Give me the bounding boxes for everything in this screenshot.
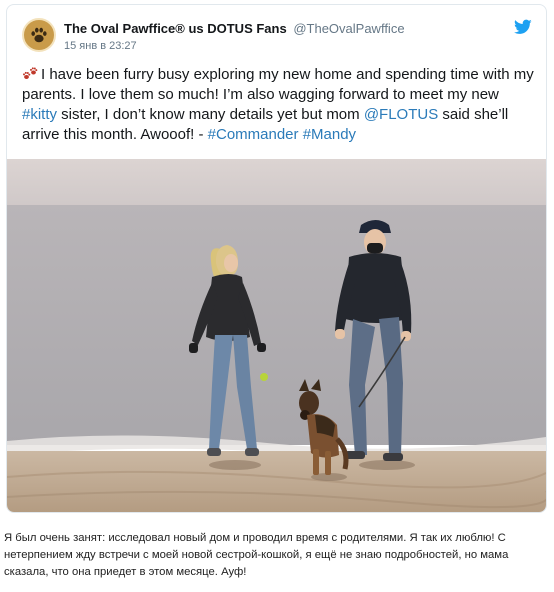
hashtag-mandy-link[interactable]: #Mandy [303, 126, 356, 143]
timestamp[interactable]: 15 янв в 23:27 [64, 40, 484, 52]
author-row: The Oval Pawffice® us DOTUS Fans @TheOva… [64, 21, 484, 37]
mention-flotus-link[interactable]: @FLOTUS [364, 106, 438, 123]
hashtag-commander-link[interactable]: #Commander [208, 126, 299, 143]
tweet-header: The Oval Pawffice® us DOTUS Fans @TheOva… [64, 21, 484, 52]
sand-area [7, 451, 546, 512]
translation-caption: Я был очень занят: исследовал новый дом … [4, 532, 509, 578]
tweet-text: I have been furry busy exploring my new … [22, 65, 534, 145]
paw-prints-emoji-icon [23, 67, 38, 79]
user-handle[interactable]: @TheOvalPawffice [293, 21, 404, 36]
beach-walk-photo[interactable] [7, 159, 546, 512]
twitter-bird-icon[interactable] [514, 19, 532, 35]
tweet-text-part-2: sister, I don’t know many details yet bu… [57, 106, 364, 123]
sea-area [7, 205, 546, 445]
sky-area [7, 159, 546, 207]
tweet-card[interactable]: The Oval Pawffice® us DOTUS Fans @TheOva… [6, 4, 547, 513]
hashtag-kitty-link[interactable]: #kitty [22, 106, 57, 123]
paw-print-icon [31, 27, 47, 43]
display-name[interactable]: The Oval Pawffice® us DOTUS Fans [64, 21, 287, 36]
avatar[interactable] [22, 18, 56, 52]
tweet-text-part-1: I have been furry busy exploring my new … [22, 66, 534, 103]
